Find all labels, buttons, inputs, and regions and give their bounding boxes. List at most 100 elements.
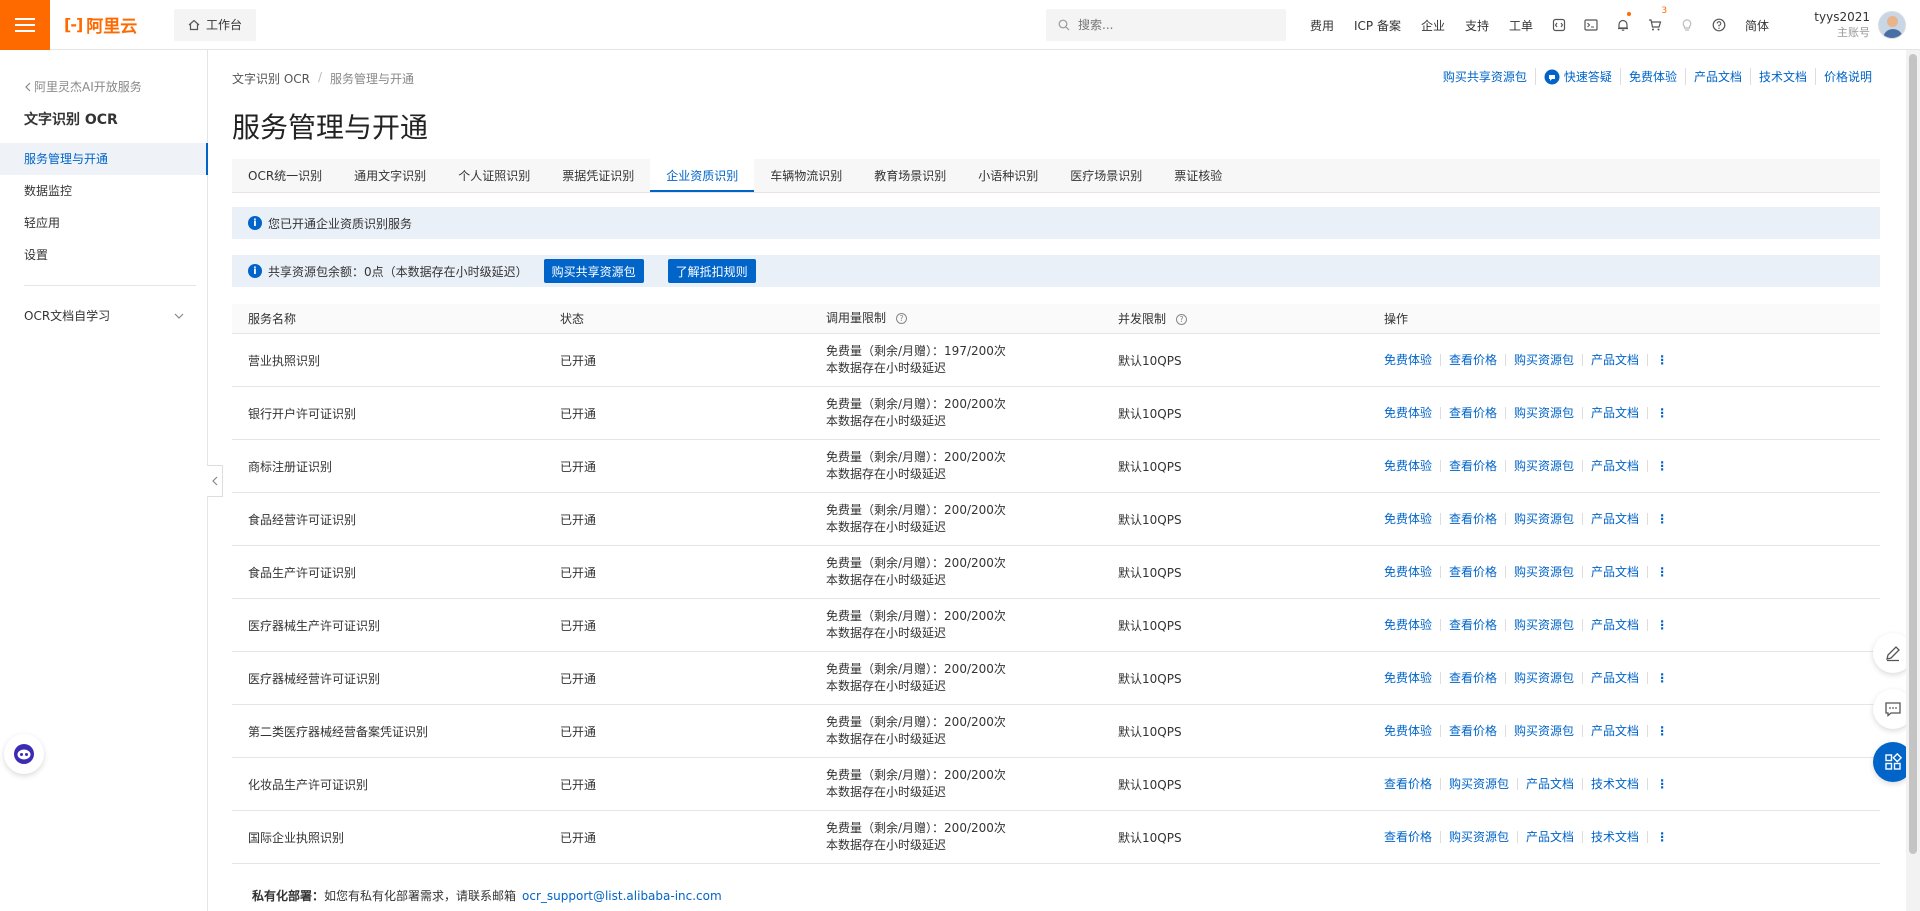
top-link-fee[interactable]: 费用	[1300, 17, 1344, 34]
row-action-link[interactable]: 购买资源包	[1505, 725, 1582, 737]
link-buy-shared-package[interactable]: 购买共享资源包	[1435, 68, 1535, 85]
sidebar-item-light-app[interactable]: 轻应用	[0, 207, 208, 239]
row-action-link[interactable]: 查看价格	[1440, 460, 1505, 472]
search-input[interactable]	[1078, 18, 1258, 32]
tab-personal-id[interactable]: 个人证照识别	[442, 159, 546, 192]
row-action-link[interactable]: 查看价格	[1440, 672, 1505, 684]
row-action-link[interactable]: 产品文档	[1582, 407, 1647, 419]
tab-general-text[interactable]: 通用文字识别	[338, 159, 442, 192]
row-action-link[interactable]: 技术文档	[1582, 831, 1647, 843]
aliyun-logo[interactable]: [-] 阿里云	[64, 12, 164, 37]
tab-ticket-verification[interactable]: 票证核验	[1158, 159, 1238, 192]
notification-button[interactable]	[1607, 0, 1639, 50]
row-action-link[interactable]: 购买资源包	[1505, 513, 1582, 525]
user-menu[interactable]: tyys2021 主账号	[1814, 0, 1906, 50]
row-action-link[interactable]: 免费体验	[1384, 619, 1440, 631]
row-action-link[interactable]: 免费体验	[1384, 513, 1440, 525]
row-action-link[interactable]: 技术文档	[1582, 778, 1647, 790]
row-action-link[interactable]: 免费体验	[1384, 725, 1440, 737]
tab-medical[interactable]: 医疗场景识别	[1054, 159, 1158, 192]
row-action-link[interactable]: 查看价格	[1384, 831, 1440, 843]
more-actions-icon[interactable]: ⋮	[1647, 460, 1668, 472]
tips-button[interactable]	[1671, 0, 1703, 50]
tab-receipts[interactable]: 票据凭证识别	[546, 159, 650, 192]
top-link-enterprise[interactable]: 企业	[1411, 17, 1455, 34]
help-button[interactable]	[1703, 0, 1735, 50]
more-actions-icon[interactable]: ⋮	[1647, 513, 1668, 525]
row-action-link[interactable]: 购买资源包	[1440, 831, 1517, 843]
row-action-link[interactable]: 产品文档	[1582, 460, 1647, 472]
row-action-link[interactable]: 购买资源包	[1505, 407, 1582, 419]
row-action-link[interactable]: 产品文档	[1582, 619, 1647, 631]
row-action-link[interactable]: 购买资源包	[1505, 619, 1582, 631]
row-action-link[interactable]: 购买资源包	[1505, 672, 1582, 684]
back-link[interactable]: 阿里灵杰AI开放服务	[24, 78, 142, 95]
link-pricing[interactable]: 价格说明	[1814, 68, 1880, 85]
top-link-icp[interactable]: ICP 备案	[1344, 17, 1411, 34]
row-action-link[interactable]: 产品文档	[1582, 725, 1647, 737]
row-action-link[interactable]: 免费体验	[1384, 566, 1440, 578]
row-action-link[interactable]: 购买资源包	[1440, 778, 1517, 790]
top-link-ticket[interactable]: 工单	[1499, 17, 1543, 34]
row-action-link[interactable]: 产品文档	[1582, 672, 1647, 684]
row-action-link[interactable]: 购买资源包	[1505, 354, 1582, 366]
sidebar-item-settings[interactable]: 设置	[0, 239, 208, 271]
more-actions-icon[interactable]: ⋮	[1647, 725, 1668, 737]
avatar[interactable]	[1878, 11, 1906, 39]
row-action-link[interactable]: 产品文档	[1582, 354, 1647, 366]
more-actions-icon[interactable]: ⋮	[1647, 619, 1668, 631]
language-switch[interactable]: 简体	[1735, 17, 1779, 34]
link-quick-answer[interactable]: 快速答疑	[1534, 68, 1620, 85]
tab-enterprise-qualification[interactable]: 企业资质识别	[650, 159, 755, 192]
row-action-link[interactable]: 产品文档	[1582, 513, 1647, 525]
row-action-link[interactable]: 查看价格	[1440, 566, 1505, 578]
hamburger-menu-button[interactable]	[0, 0, 50, 50]
page-scrollbar[interactable]	[1906, 50, 1920, 911]
terminal-button[interactable]	[1575, 0, 1607, 50]
tab-vehicle-logistics[interactable]: 车辆物流识别	[754, 159, 858, 192]
assistant-bot-button[interactable]	[4, 734, 44, 774]
more-actions-icon[interactable]: ⋮	[1647, 831, 1668, 843]
sidebar-item-service-management[interactable]: 服务管理与开通	[0, 143, 208, 175]
help-icon[interactable]: ?	[1176, 314, 1188, 325]
global-search[interactable]	[1046, 9, 1286, 41]
tab-minor-languages[interactable]: 小语种识别	[962, 159, 1054, 192]
sidebar-group-ocr-self-learning[interactable]: OCR文档自学习	[24, 307, 184, 324]
row-action-link[interactable]: 产品文档	[1582, 566, 1647, 578]
tab-education[interactable]: 教育场景识别	[858, 159, 962, 192]
more-actions-icon[interactable]: ⋮	[1647, 407, 1668, 419]
more-actions-icon[interactable]: ⋮	[1647, 354, 1668, 366]
row-action-link[interactable]: 免费体验	[1384, 672, 1440, 684]
scrollbar-thumb[interactable]	[1909, 54, 1917, 854]
row-action-link[interactable]: 产品文档	[1517, 778, 1582, 790]
link-product-docs[interactable]: 产品文档	[1684, 68, 1750, 85]
help-icon[interactable]: ?	[896, 313, 908, 324]
top-link-support[interactable]: 支持	[1455, 17, 1499, 34]
tab-ocr-unified[interactable]: OCR统一识别	[232, 159, 338, 192]
workbench-button[interactable]: 工作台	[174, 8, 257, 41]
link-tech-docs[interactable]: 技术文档	[1749, 68, 1815, 85]
row-action-link[interactable]: 查看价格	[1440, 725, 1505, 737]
row-action-link[interactable]: 查看价格	[1384, 778, 1440, 790]
row-action-link[interactable]: 查看价格	[1440, 354, 1505, 366]
row-action-link[interactable]: 查看价格	[1440, 407, 1505, 419]
row-action-link[interactable]: 免费体验	[1384, 354, 1440, 366]
more-actions-icon[interactable]: ⋮	[1647, 778, 1668, 790]
row-action-link[interactable]: 购买资源包	[1505, 566, 1582, 578]
deduction-rules-button[interactable]: 了解抵扣规则	[667, 259, 756, 283]
row-action-link[interactable]: 免费体验	[1384, 407, 1440, 419]
row-action-link[interactable]: 查看价格	[1440, 619, 1505, 631]
more-actions-icon[interactable]: ⋮	[1647, 672, 1668, 684]
sidebar-collapse-button[interactable]	[207, 465, 223, 497]
row-action-link[interactable]: 购买资源包	[1505, 460, 1582, 472]
cloud-shell-button[interactable]	[1543, 0, 1575, 50]
row-action-link[interactable]: 查看价格	[1440, 513, 1505, 525]
buy-shared-package-button[interactable]: 购买共享资源包	[543, 259, 644, 283]
link-free-trial[interactable]: 免费体验	[1619, 68, 1685, 85]
cart-button[interactable]: 3	[1639, 0, 1671, 50]
row-action-link[interactable]: 免费体验	[1384, 460, 1440, 472]
more-actions-icon[interactable]: ⋮	[1647, 566, 1668, 578]
support-email-link[interactable]: ocr_support@list.alibaba-inc.com	[522, 889, 722, 903]
sidebar-item-data-monitor[interactable]: 数据监控	[0, 175, 208, 207]
row-action-link[interactable]: 产品文档	[1517, 831, 1582, 843]
